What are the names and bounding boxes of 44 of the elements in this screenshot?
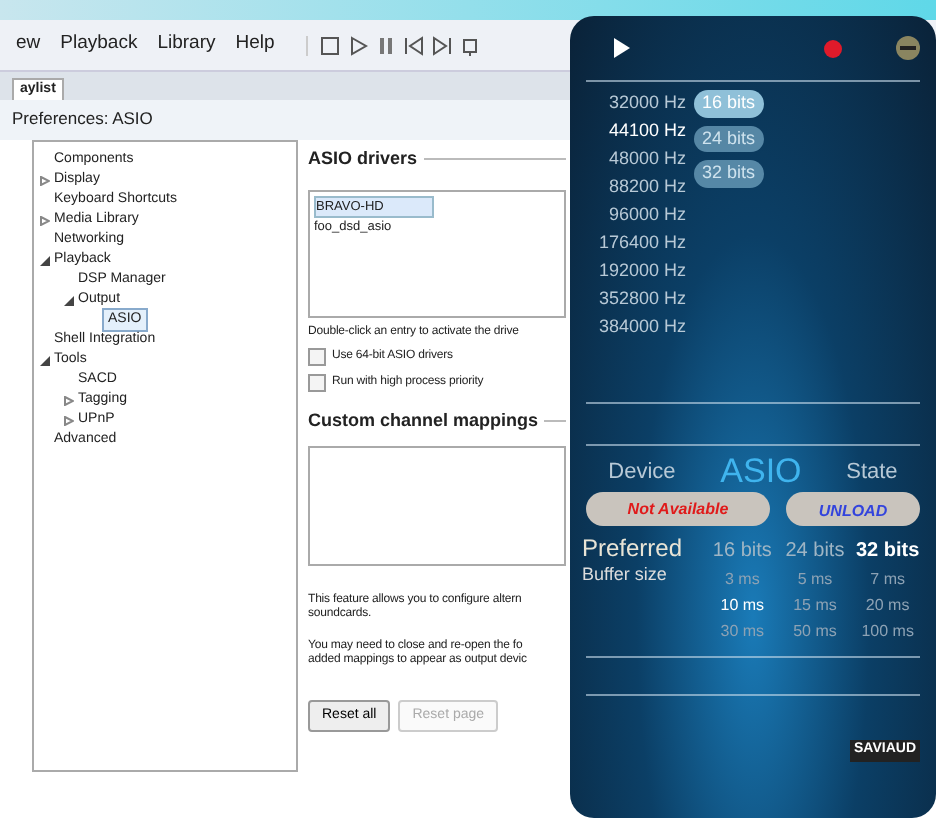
previous-icon[interactable] xyxy=(404,35,425,55)
minimize-icon[interactable] xyxy=(896,36,920,60)
mode-label: ASIO xyxy=(720,454,802,488)
play-icon[interactable] xyxy=(348,35,369,55)
pause-icon[interactable] xyxy=(376,35,397,55)
expand-icon[interactable] xyxy=(40,175,50,185)
menu-item[interactable]: Help xyxy=(235,30,275,60)
sample-rate[interactable]: 384000 Hz xyxy=(570,312,694,340)
buffer-size[interactable]: 7 ms xyxy=(851,568,924,592)
checkbox[interactable] xyxy=(308,347,326,366)
buffer-size[interactable]: 10 ms xyxy=(706,594,779,618)
stop-icon[interactable] xyxy=(320,35,341,55)
record-icon[interactable] xyxy=(824,39,842,57)
buffer-size-label: Buffer size xyxy=(582,562,669,589)
bit-depth-header[interactable]: 32 bits xyxy=(851,536,924,566)
menu-item[interactable]: Library xyxy=(157,30,216,60)
preferred-label: Preferred xyxy=(582,536,685,563)
play-icon[interactable] xyxy=(614,38,630,58)
checkbox[interactable] xyxy=(308,373,326,392)
device-status: Not Available xyxy=(586,492,770,526)
buffer-size[interactable]: 100 ms xyxy=(851,620,924,644)
sample-rate[interactable]: 352800 Hz xyxy=(570,284,694,312)
sample-rate[interactable]: 192000 Hz xyxy=(570,256,694,284)
sample-rate[interactable]: 88200 Hz xyxy=(570,172,694,200)
collapse-icon[interactable] xyxy=(64,295,74,305)
expand-icon[interactable] xyxy=(40,215,50,225)
sample-rate[interactable]: 44100 Hz xyxy=(570,116,694,144)
expand-icon[interactable] xyxy=(64,395,74,405)
device-label: Device xyxy=(608,457,676,487)
section-heading: ASIO drivers xyxy=(308,146,418,172)
expand-icon[interactable] xyxy=(64,415,74,425)
menu-item[interactable]: Playback xyxy=(60,30,138,60)
buffer-size[interactable]: 20 ms xyxy=(851,594,924,618)
menu-item[interactable]: ew xyxy=(16,30,41,60)
sample-rate[interactable]: 48000 Hz xyxy=(570,144,694,172)
unload-button[interactable]: UNLOAD xyxy=(786,492,920,526)
collapse-icon[interactable] xyxy=(40,255,50,265)
sample-rate[interactable]: 176400 Hz xyxy=(570,228,694,256)
section-heading: Custom channel mappings xyxy=(308,407,539,434)
collapse-icon[interactable] xyxy=(40,355,50,365)
state-label: State xyxy=(846,457,898,487)
bit-depth-header[interactable]: 24 bits xyxy=(778,536,852,566)
sample-rate[interactable]: 96000 Hz xyxy=(570,200,694,228)
next-icon[interactable] xyxy=(432,35,453,55)
